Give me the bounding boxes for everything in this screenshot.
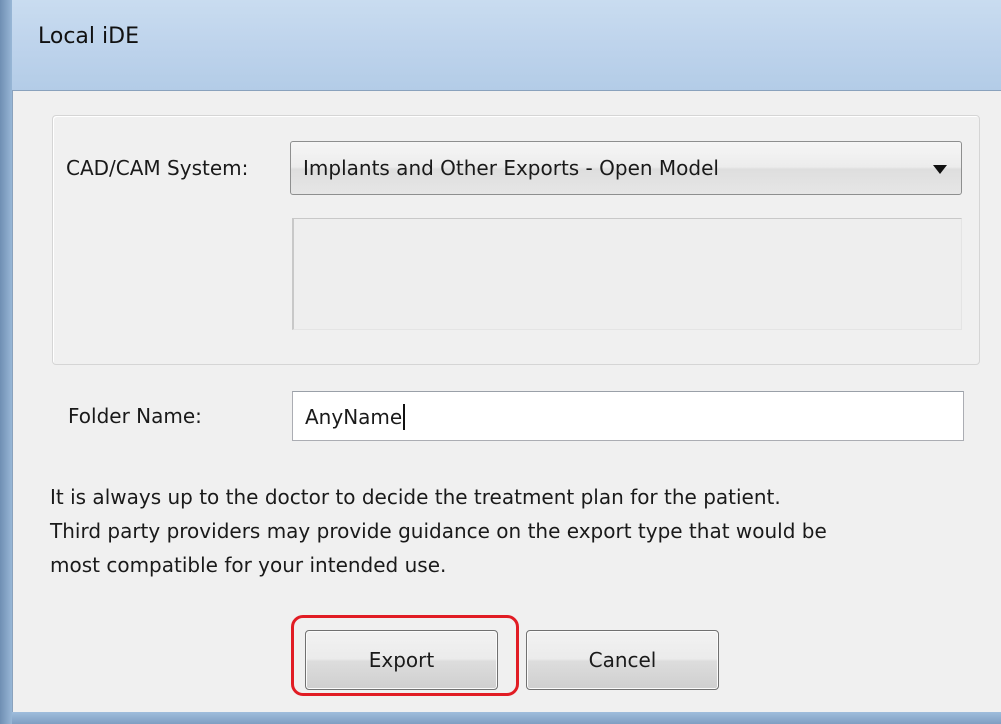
- cadcam-details-box: [292, 218, 962, 330]
- title-bar[interactable]: Local iDE: [12, 0, 1001, 90]
- disclaimer-text: It is always up to the doctor to decide …: [50, 480, 980, 582]
- export-highlight-outline: [291, 615, 519, 696]
- folder-name-value: AnyName: [305, 405, 403, 429]
- folder-name-label: Folder Name:: [68, 404, 202, 428]
- folder-name-input[interactable]: AnyName: [292, 391, 964, 441]
- disclaimer-line: It is always up to the doctor to decide …: [50, 485, 781, 509]
- window-title: Local iDE: [38, 24, 139, 49]
- window-frame-bottom: [12, 712, 1001, 724]
- cadcam-system-dropdown[interactable]: Implants and Other Exports - Open Model: [290, 141, 962, 195]
- cancel-button[interactable]: Cancel: [526, 630, 719, 690]
- disclaimer-line: most compatible for your intended use.: [50, 553, 447, 577]
- text-caret: [403, 404, 406, 430]
- cadcam-selected-value: Implants and Other Exports - Open Model: [303, 156, 719, 180]
- chevron-down-icon: [933, 165, 947, 174]
- disclaimer-line: Third party providers may provide guidan…: [50, 519, 827, 543]
- cadcam-label: CAD/CAM System:: [66, 156, 249, 180]
